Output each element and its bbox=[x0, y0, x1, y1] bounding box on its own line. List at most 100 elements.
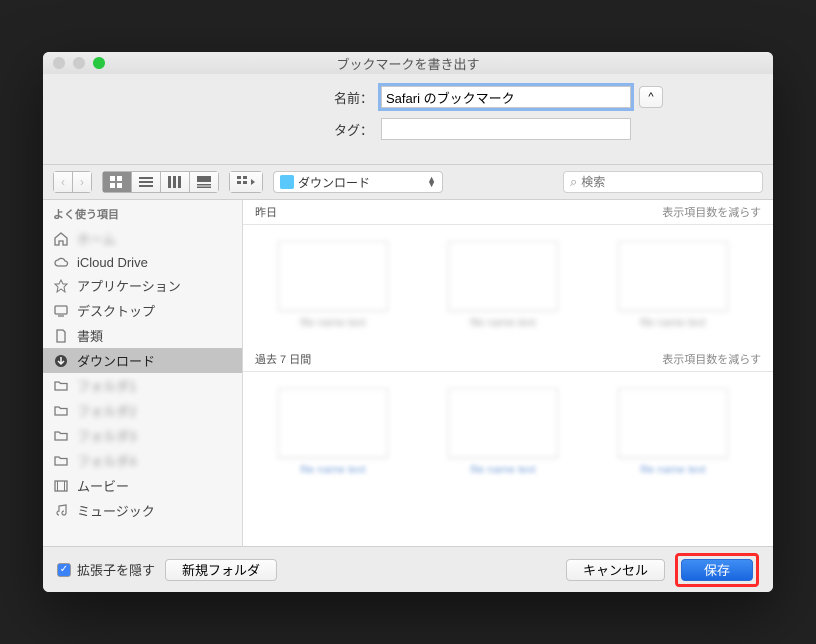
view-mode bbox=[102, 171, 219, 193]
group-title: 過去 7 日間 bbox=[255, 351, 311, 367]
grid-icon bbox=[110, 176, 124, 188]
sidebar-item-label: フォルダ2 bbox=[77, 401, 136, 420]
file-name: file name text bbox=[640, 317, 705, 343]
checkbox-icon: ✓ bbox=[57, 563, 71, 577]
footer: ✓ 拡張子を隠す 新規フォルダ キャンセル 保存 bbox=[43, 546, 773, 592]
list-view-button[interactable] bbox=[132, 171, 161, 193]
sidebar-item-cloud-1[interactable]: iCloud Drive bbox=[43, 251, 242, 273]
file-thumbnail bbox=[448, 241, 558, 311]
download-icon bbox=[53, 353, 71, 369]
arrange-button[interactable] bbox=[229, 171, 263, 193]
sidebar-item-app-2[interactable]: アプリケーション bbox=[43, 273, 242, 298]
sidebar-item-label: フォルダ3 bbox=[77, 426, 136, 445]
tag-input[interactable] bbox=[381, 118, 631, 140]
show-fewer-link[interactable]: 表示項目数を減らす bbox=[662, 351, 761, 367]
file-thumbnail bbox=[278, 241, 388, 311]
group-header: 昨日 表示項目数を減らす bbox=[243, 200, 773, 225]
file-item[interactable]: file name text bbox=[263, 388, 403, 490]
tag-label: タグ： bbox=[153, 120, 373, 139]
sidebar-item-home-0[interactable]: ホーム bbox=[43, 226, 242, 251]
file-item[interactable]: file name text bbox=[603, 241, 743, 343]
body: よく使う項目 ホームiCloud Driveアプリケーションデスクトップ書類ダウ… bbox=[43, 200, 773, 546]
save-highlight: 保存 bbox=[675, 553, 759, 587]
sidebar-item-folder-7[interactable]: フォルダ2 bbox=[43, 398, 242, 423]
file-browser: 昨日表示項目数を減らすfile name textfile name textf… bbox=[243, 200, 773, 546]
save-dialog: ブックマークを書き出す 名前： ^ タグ： ‹ › bbox=[43, 52, 773, 592]
file-name: file name text bbox=[640, 464, 705, 490]
search-icon: ⌕ bbox=[570, 174, 577, 190]
arrange-segment bbox=[229, 171, 263, 193]
sidebar-item-doc-4[interactable]: 書類 bbox=[43, 323, 242, 348]
app-icon bbox=[53, 278, 71, 294]
sidebar-item-label: アプリケーション bbox=[77, 276, 181, 295]
sidebar-item-download-5[interactable]: ダウンロード bbox=[43, 348, 242, 373]
file-item[interactable]: file name text bbox=[433, 388, 573, 490]
column-view-button[interactable] bbox=[161, 171, 190, 193]
sidebar-item-label: フォルダ1 bbox=[77, 376, 136, 395]
doc-icon bbox=[53, 328, 71, 344]
music-icon bbox=[53, 503, 71, 519]
save-button[interactable]: 保存 bbox=[681, 559, 753, 581]
search-input[interactable] bbox=[581, 175, 756, 189]
movie-icon bbox=[53, 478, 71, 494]
sidebar-item-label: ムービー bbox=[77, 476, 129, 495]
file-item[interactable]: file name text bbox=[603, 388, 743, 490]
sidebar-item-label: iCloud Drive bbox=[77, 255, 148, 270]
file-name: file name text bbox=[300, 464, 365, 490]
sidebar-item-music-11[interactable]: ミュージック bbox=[43, 498, 242, 523]
forward-button[interactable]: › bbox=[73, 171, 92, 193]
filename-input[interactable] bbox=[381, 86, 631, 108]
sidebar-item-label: ホーム bbox=[77, 229, 116, 248]
toolbar: ‹ › ダウンロード ▲▼ bbox=[43, 164, 773, 200]
expand-toggle[interactable]: ^ bbox=[639, 86, 663, 108]
icon-view-button[interactable] bbox=[102, 171, 132, 193]
sidebar-item-label: デスクトップ bbox=[77, 301, 155, 320]
save-header: 名前： ^ タグ： bbox=[43, 74, 773, 164]
new-folder-button[interactable]: 新規フォルダ bbox=[165, 559, 277, 581]
name-label: 名前： bbox=[153, 88, 373, 107]
file-item[interactable]: file name text bbox=[433, 241, 573, 343]
file-thumbnail bbox=[618, 388, 728, 458]
sidebar-item-label: フォルダ4 bbox=[77, 451, 136, 470]
folder-icon bbox=[53, 403, 71, 419]
column-icon bbox=[168, 176, 182, 188]
location-popup[interactable]: ダウンロード ▲▼ bbox=[273, 171, 443, 193]
hide-extension-checkbox[interactable]: ✓ 拡張子を隠す bbox=[57, 560, 155, 579]
file-thumbnail bbox=[618, 241, 728, 311]
window-title: ブックマークを書き出す bbox=[43, 54, 773, 73]
sidebar-item-label: ミュージック bbox=[77, 501, 155, 520]
sidebar-item-folder-8[interactable]: フォルダ3 bbox=[43, 423, 242, 448]
zoom-button[interactable] bbox=[93, 57, 105, 69]
file-name: file name text bbox=[470, 317, 535, 343]
sidebar-item-folder-9[interactable]: フォルダ4 bbox=[43, 448, 242, 473]
cancel-button[interactable]: キャンセル bbox=[566, 559, 665, 581]
nav-buttons: ‹ › bbox=[53, 171, 92, 193]
folder-icon bbox=[53, 378, 71, 394]
file-name: file name text bbox=[300, 317, 365, 343]
sidebar-item-label: 書類 bbox=[77, 326, 103, 345]
folder-icon bbox=[280, 175, 294, 189]
file-thumbnail bbox=[448, 388, 558, 458]
file-grid: file name text file name text file name te… bbox=[243, 372, 773, 494]
desktop-icon bbox=[53, 303, 71, 319]
close-button[interactable] bbox=[53, 57, 65, 69]
coverflow-icon bbox=[197, 176, 211, 188]
file-item[interactable]: file name text bbox=[263, 241, 403, 343]
coverflow-view-button[interactable] bbox=[190, 171, 219, 193]
back-button[interactable]: ‹ bbox=[53, 171, 73, 193]
titlebar: ブックマークを書き出す bbox=[43, 52, 773, 74]
location-label: ダウンロード bbox=[298, 174, 427, 191]
file-grid: file name text file name text file name te… bbox=[243, 225, 773, 347]
show-fewer-link[interactable]: 表示項目数を減らす bbox=[662, 204, 761, 220]
hide-extension-label: 拡張子を隠す bbox=[77, 560, 155, 579]
minimize-button[interactable] bbox=[73, 57, 85, 69]
search-field[interactable]: ⌕ bbox=[563, 171, 763, 193]
list-icon bbox=[139, 176, 153, 188]
group-title: 昨日 bbox=[255, 204, 277, 220]
folder-icon bbox=[53, 453, 71, 469]
sidebar-item-movie-10[interactable]: ムービー bbox=[43, 473, 242, 498]
group-header: 過去 7 日間 表示項目数を減らす bbox=[243, 347, 773, 372]
sidebar-item-desktop-3[interactable]: デスクトップ bbox=[43, 298, 242, 323]
cloud-icon bbox=[53, 254, 71, 270]
sidebar-item-folder-6[interactable]: フォルダ1 bbox=[43, 373, 242, 398]
